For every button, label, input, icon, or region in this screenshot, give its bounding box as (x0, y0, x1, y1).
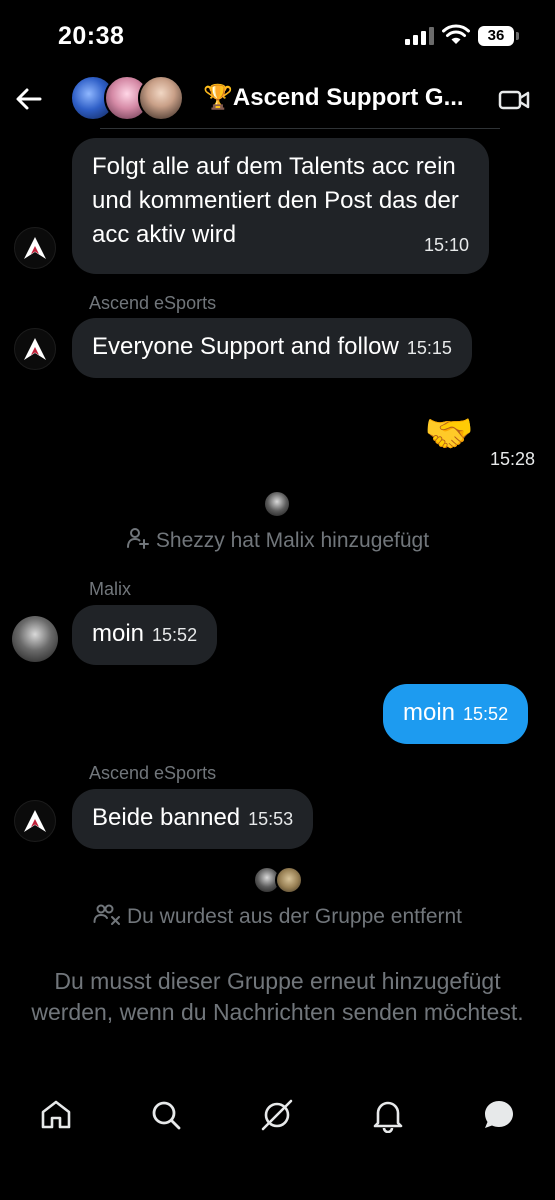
wifi-icon (442, 24, 470, 44)
message-bubble[interactable]: Everyone Support and follow 15:15 (72, 318, 472, 378)
malix-avatar[interactable] (12, 616, 58, 662)
bottom-nav (0, 1085, 555, 1145)
my-message-bubble[interactable]: moin 15:52 (383, 684, 529, 744)
system-event: Shezzy hat Malix hinzugefügt (0, 526, 555, 553)
message-text: moin (92, 620, 145, 647)
message-text: moin (403, 699, 456, 726)
back-arrow-icon[interactable] (12, 82, 46, 116)
person-add-icon (126, 528, 149, 549)
message-text: Folgt alle auf dem Talents acc rein und … (92, 153, 459, 248)
battery-indicator: 36 (478, 26, 519, 46)
ascend-logo-icon (24, 338, 46, 360)
avatar (138, 75, 184, 121)
message-time: 15:53 (248, 809, 294, 829)
ascend-logo-avatar[interactable] (14, 227, 56, 269)
avatar (263, 490, 291, 518)
conversation-header: 🏆Ascend Support G... (0, 70, 555, 130)
emoji-message[interactable]: 🤝 (424, 410, 474, 458)
message-time: 15:52 (152, 625, 198, 645)
people-remove-icon (93, 904, 120, 925)
chat-title[interactable]: 🏆Ascend Support G... (203, 83, 464, 112)
system-event-text: Shezzy hat Malix hinzugefügt (155, 529, 430, 552)
message-bubble[interactable]: moin 15:52 (72, 605, 218, 665)
sender-name: Malix (89, 579, 132, 599)
search-icon[interactable] (148, 1097, 184, 1133)
ascend-logo-avatar[interactable] (14, 328, 56, 370)
video-call-icon[interactable] (498, 88, 530, 112)
ascend-logo-avatar[interactable] (14, 800, 56, 842)
status-bar: 20:38 36 (0, 0, 555, 70)
divider (100, 128, 500, 129)
group-avatars[interactable] (70, 75, 190, 125)
sender-name: Ascend eSports (89, 293, 217, 313)
message-text: Beide banned (92, 804, 241, 831)
sender-name: Ascend eSports (89, 763, 217, 783)
message-time: 15:52 (463, 704, 509, 724)
avatar (275, 866, 303, 894)
system-event-text: Du wurdest aus der Gruppe entfernt (126, 905, 462, 928)
message-time: 15:10 (423, 235, 469, 255)
status-time: 20:38 (58, 22, 125, 50)
message-bubble[interactable]: Beide banned 15:53 (72, 789, 314, 849)
message-time: 15:28 (490, 449, 536, 469)
message-time: 15:15 (406, 338, 452, 358)
system-event: Du wurdest aus der Gruppe entfernt (0, 902, 555, 929)
home-icon[interactable] (38, 1097, 74, 1133)
removed-notice: Du musst dieser Gruppe erneut hinzugefüg… (31, 968, 524, 1025)
grok-icon[interactable] (259, 1097, 295, 1133)
message-text: Everyone Support and follow (92, 333, 399, 360)
notifications-icon[interactable] (370, 1097, 406, 1133)
ascend-logo-icon (24, 810, 46, 832)
messages-icon[interactable] (481, 1097, 517, 1133)
cellular-signal-icon (405, 27, 435, 45)
message-bubble[interactable]: Folgt alle auf dem Talents acc rein und … (72, 138, 489, 274)
ascend-logo-icon (24, 237, 46, 259)
